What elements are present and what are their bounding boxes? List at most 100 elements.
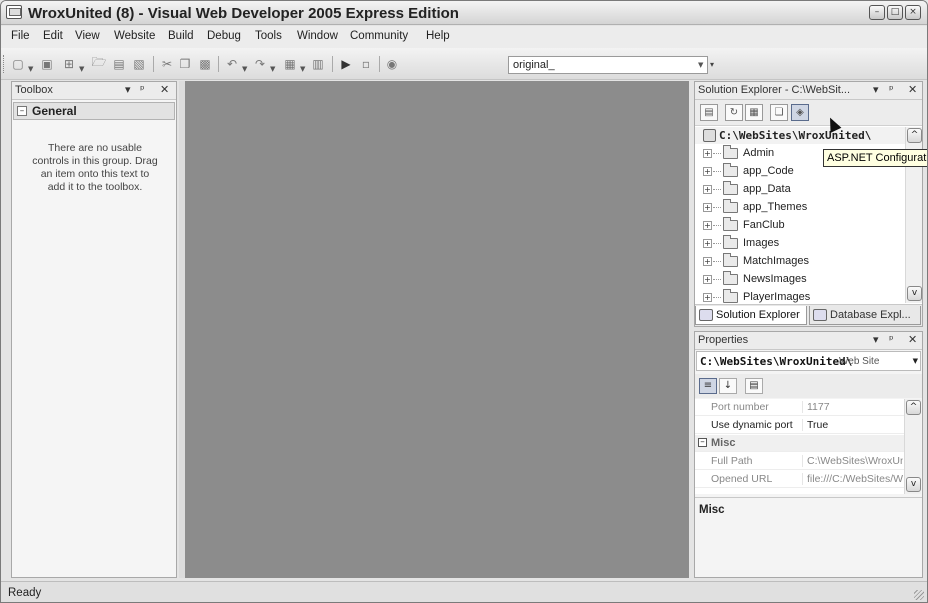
view-in-browser-icon[interactable]: ▫ <box>358 56 374 71</box>
properties-header: Properties ▾ ᵖ ✕ <box>695 332 922 350</box>
auto-hide-pin-icon[interactable]: ᵖ <box>140 83 145 96</box>
tree-item[interactable]: + app_Data <box>695 181 905 198</box>
resize-grip[interactable] <box>914 590 924 600</box>
add-item-dropdown-icon[interactable]: ▼ <box>79 65 84 73</box>
expand-icon[interactable]: + <box>703 275 712 284</box>
expand-icon[interactable]: + <box>703 185 712 194</box>
collapse-icon[interactable]: – <box>698 438 707 447</box>
categorized-icon[interactable]: ≡ <box>699 378 717 394</box>
menu-build[interactable]: Build <box>168 30 194 42</box>
refresh-icon[interactable]: ↻ <box>725 104 743 121</box>
minimize-button[interactable]: – <box>869 5 885 20</box>
undo-dropdown-icon[interactable]: ▼ <box>242 65 247 73</box>
start-debugging-icon[interactable]: ▶ <box>338 56 354 71</box>
property-row[interactable]: Full Path C:\WebSites\WroxUnited\ <box>695 453 904 470</box>
save-icon[interactable]: ▤ <box>111 56 127 71</box>
property-row[interactable]: Opened URL file:///C:/WebSites/WroxUnite… <box>695 471 904 488</box>
tree-root[interactable]: C:\WebSites\WroxUnited\ <box>695 127 905 144</box>
toolbox-panel: Toolbox ▾ ᵖ ✕ – General There are no usa… <box>11 81 177 578</box>
menu-debug[interactable]: Debug <box>207 30 241 42</box>
menu-window[interactable]: Window <box>297 30 338 42</box>
properties-title: Properties <box>698 334 749 346</box>
alphabetical-icon[interactable]: ↓ <box>719 378 737 394</box>
property-description: Misc <box>695 497 922 577</box>
close-button[interactable]: × <box>905 5 921 20</box>
close-panel-icon[interactable]: ✕ <box>908 83 917 96</box>
close-panel-icon[interactable]: ✕ <box>160 83 169 96</box>
tree-item-label: app_Data <box>743 183 791 195</box>
undo-icon[interactable]: ↶ <box>224 56 240 71</box>
tab-solution-explorer[interactable]: Solution Explorer <box>695 306 807 325</box>
expand-icon[interactable]: + <box>703 257 712 266</box>
navigate-forward-icon[interactable]: ▥ <box>310 56 326 71</box>
copy-icon[interactable]: ❐ <box>177 56 193 71</box>
redo-icon[interactable]: ↷ <box>252 56 268 71</box>
find-in-files-icon[interactable]: ◉ <box>384 56 400 71</box>
collapse-icon[interactable]: – <box>17 106 27 116</box>
property-row[interactable]: Use dynamic port True <box>695 417 904 434</box>
scroll-up-icon[interactable]: ^ <box>906 400 921 415</box>
toolbar-separator <box>153 56 154 72</box>
scroll-down-icon[interactable]: v <box>906 477 921 492</box>
expand-icon[interactable]: + <box>703 203 712 212</box>
navigate-backward-dropdown-icon[interactable]: ▼ <box>300 65 305 73</box>
menu-help[interactable]: Help <box>426 30 450 42</box>
maximize-button[interactable]: □ <box>887 5 903 20</box>
chevron-down-icon[interactable]: ▼ <box>913 357 918 365</box>
expand-icon[interactable]: + <box>703 221 712 230</box>
menu-edit[interactable]: Edit <box>43 30 63 42</box>
tree-item[interactable]: + MatchImages <box>695 253 905 270</box>
scroll-up-icon[interactable]: ^ <box>907 128 922 143</box>
status-text: Ready <box>8 587 42 599</box>
asp-net-configuration-icon[interactable]: ◈ <box>791 104 809 121</box>
menu-tools[interactable]: Tools <box>255 30 282 42</box>
auto-hide-pin-icon[interactable]: ᵖ <box>889 333 894 346</box>
copy-website-icon[interactable]: ❏ <box>770 104 788 121</box>
tree-item[interactable]: + app_Themes <box>695 199 905 216</box>
nest-related-files-icon[interactable]: ▦ <box>745 104 763 121</box>
paste-icon[interactable]: ▩ <box>197 56 213 71</box>
add-item-icon[interactable]: ⊞ <box>61 56 77 71</box>
navigate-backward-icon[interactable]: ▦ <box>282 56 298 71</box>
expand-icon[interactable]: + <box>703 167 712 176</box>
scroll-down-icon[interactable]: v <box>907 286 922 301</box>
object-selector[interactable]: C:\WebSites\WroxUnited\ Web Site ▼ <box>696 351 921 371</box>
new-project-icon[interactable]: ▢ <box>10 56 26 71</box>
window-position-icon[interactable]: ▾ <box>873 83 879 96</box>
tree-item[interactable]: + NewsImages <box>695 271 905 288</box>
menu-view[interactable]: View <box>75 30 100 42</box>
status-bar: Ready <box>1 581 927 602</box>
tab-database-explorer[interactable]: Database Expl... <box>809 306 921 325</box>
combo-dropdown-icon[interactable]: ▼ <box>698 61 703 69</box>
cut-icon[interactable]: ✂ <box>159 56 175 71</box>
menu-website[interactable]: Website <box>114 30 155 42</box>
window-position-icon[interactable]: ▾ <box>125 83 131 96</box>
tree-item[interactable]: + Images <box>695 235 905 252</box>
open-file-icon[interactable]: 🗁 <box>91 55 107 71</box>
close-panel-icon[interactable]: ✕ <box>908 333 917 346</box>
toolbar-grip[interactable] <box>3 55 6 73</box>
toolbar-options-icon[interactable]: ▾ <box>710 60 714 69</box>
expand-icon[interactable]: + <box>703 293 712 302</box>
expand-icon[interactable]: + <box>703 149 712 158</box>
new-website-icon[interactable]: ▣ <box>39 56 55 71</box>
property-row[interactable]: Port number 1177 <box>695 399 904 416</box>
property-category[interactable]: – Misc <box>695 435 904 452</box>
menu-file[interactable]: File <box>11 30 30 42</box>
find-combo-box[interactable]: original_ <box>508 56 708 74</box>
app-icon[interactable] <box>6 5 22 19</box>
tree-item[interactable]: + FanClub <box>695 217 905 234</box>
toolbox-group-general[interactable]: – General <box>13 102 175 120</box>
property-pages-icon[interactable]: ▤ <box>745 378 763 394</box>
tree-item[interactable]: + PlayerImages <box>695 289 905 303</box>
property-grid-scrollbar[interactable]: ^ v <box>904 399 921 494</box>
redo-dropdown-icon[interactable]: ▼ <box>270 65 275 73</box>
window-position-icon[interactable]: ▾ <box>873 333 879 346</box>
menu-community[interactable]: Community <box>350 30 408 42</box>
properties-icon[interactable]: ▤ <box>700 104 718 121</box>
new-project-dropdown-icon[interactable]: ▼ <box>28 65 33 73</box>
property-name: Opened URL <box>711 473 803 485</box>
save-all-icon[interactable]: ▧ <box>131 56 147 71</box>
auto-hide-pin-icon[interactable]: ᵖ <box>889 83 894 96</box>
expand-icon[interactable]: + <box>703 239 712 248</box>
